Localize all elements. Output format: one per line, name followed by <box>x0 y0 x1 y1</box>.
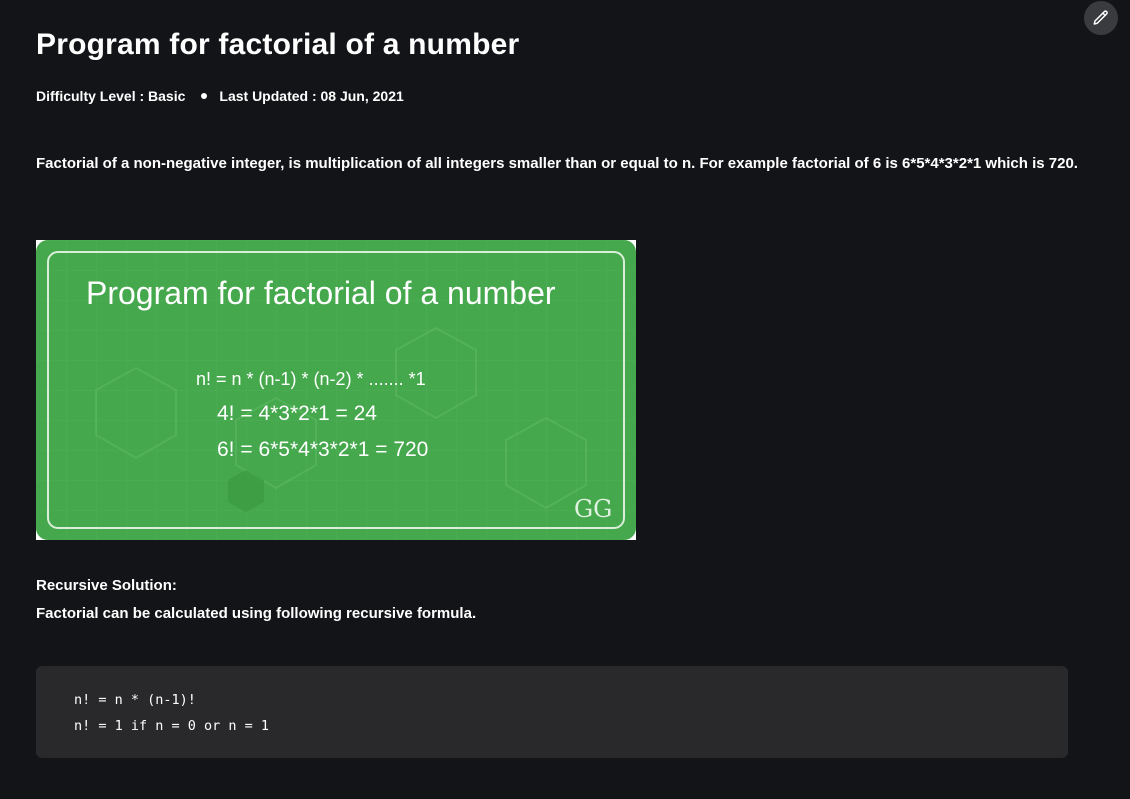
edit-button[interactable] <box>1084 1 1118 35</box>
article-page: Program for factorial of a number Diffic… <box>0 0 1130 799</box>
page-title: Program for factorial of a number <box>36 28 520 61</box>
code-line: n! = n * (n-1)! <box>74 692 196 708</box>
recursive-solution-description: Factorial can be calculated using follow… <box>36 605 477 622</box>
code-block: n! = n * (n-1)! n! = 1 if n = 0 or n = 1 <box>36 666 1068 758</box>
figure-title: Program for factorial of a number <box>86 275 556 311</box>
gfg-logo: GG <box>574 495 612 523</box>
last-updated: Last Updated : 08 Jun, 2021 <box>219 88 404 104</box>
intro-paragraph: Factorial of a non-negative integer, is … <box>36 155 1078 172</box>
figure-formula: n! = n * (n-1) * (n-2) * ....... *1 <box>196 369 426 389</box>
code-line: n! = 1 if n = 0 or n = 1 <box>74 718 270 734</box>
difficulty-level: Difficulty Level : Basic <box>36 88 186 104</box>
factorial-figure-image: Program for factorial of a number n! = n… <box>36 240 636 540</box>
figure-example-4: 4! = 4*3*2*1 = 24 <box>217 402 377 425</box>
article-meta: Difficulty Level : Basic Last Updated : … <box>36 88 404 104</box>
meta-separator-dot <box>201 93 208 99</box>
pencil-icon <box>1093 10 1108 25</box>
figure-example-6: 6! = 6*5*4*3*2*1 = 720 <box>217 438 428 461</box>
factorial-figure: Program for factorial of a number n! = n… <box>36 240 636 540</box>
recursive-solution-heading: Recursive Solution: <box>36 577 177 594</box>
